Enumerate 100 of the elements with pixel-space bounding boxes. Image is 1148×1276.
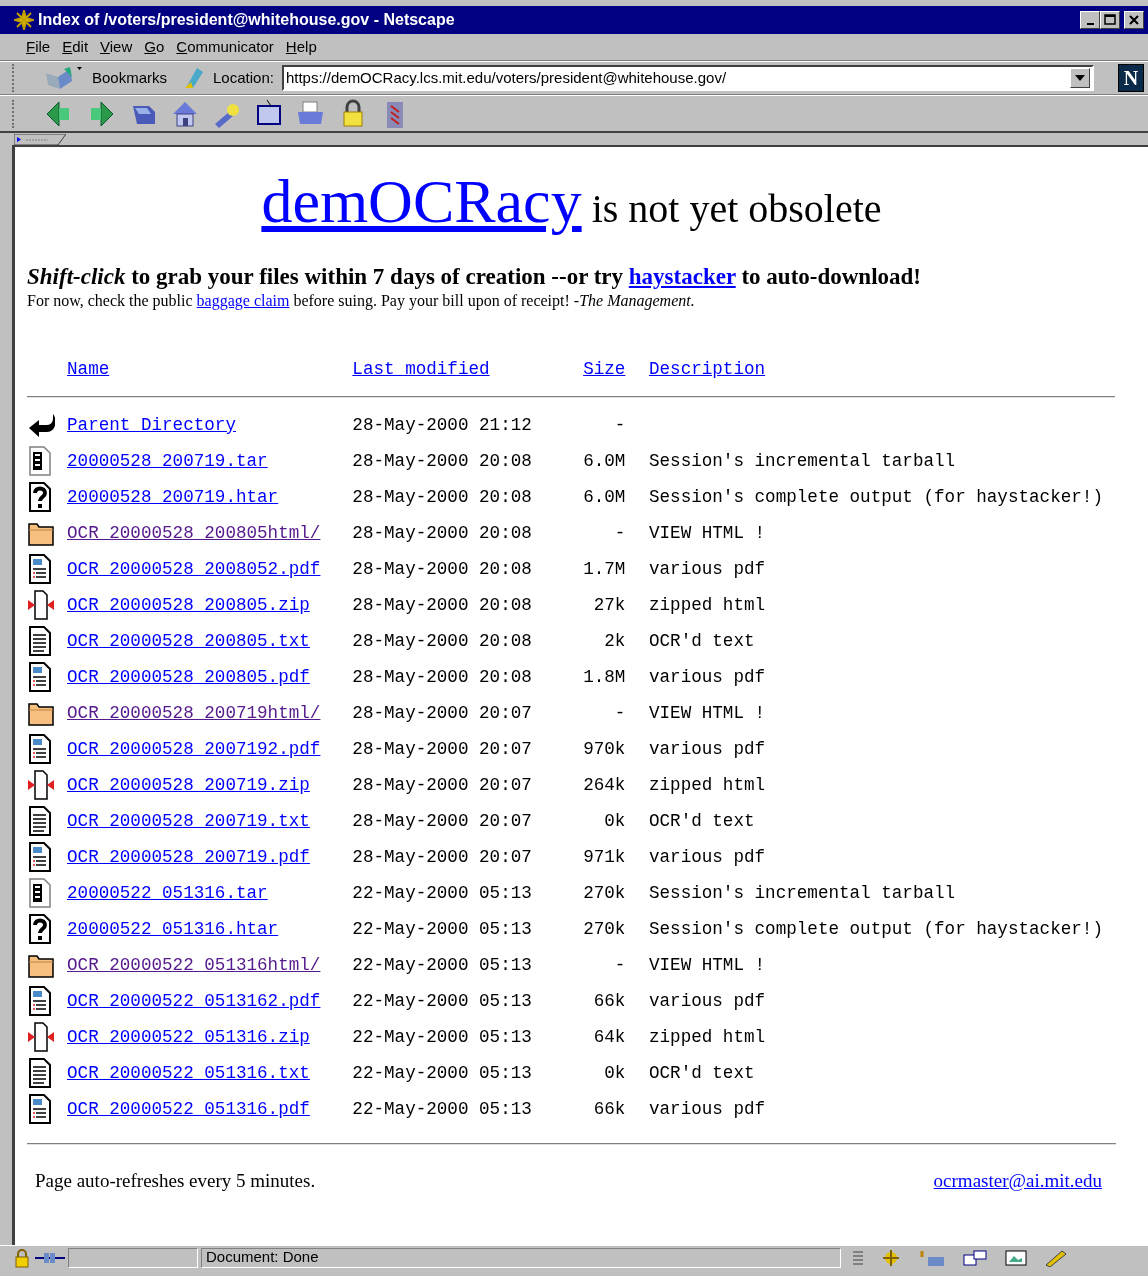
dropdown-button[interactable] (1070, 68, 1090, 88)
minimize-icon (1086, 23, 1094, 25)
modified-date: 22-May-2000 05:13 (352, 1026, 532, 1047)
browser-logo[interactable]: N (1118, 64, 1144, 92)
file-link[interactable]: OCR 20000522 051316.zip (67, 1026, 310, 1047)
menu-item[interactable]: Edit (56, 35, 95, 59)
maximize-icon (1104, 14, 1116, 26)
file-link[interactable]: OCR 20000522 051316html/ (67, 954, 321, 975)
file-link[interactable]: OCR 20000522 051316.txt (67, 1062, 310, 1083)
file-size: 970k (583, 738, 626, 759)
discussion-icon[interactable] (962, 1248, 988, 1267)
file-description: various pdf (648, 738, 766, 759)
modified-date: 28-May-2000 20:08 (352, 630, 532, 651)
location-label: Location: (213, 67, 274, 88)
file-size: 264k (583, 774, 626, 795)
file-link[interactable]: 20000528 200719.htar (67, 486, 279, 507)
list-icon[interactable] (852, 1249, 864, 1266)
notice-text: For now, check the public baggage claim before suing. Pay your bill upon of receipt! -The Management. (27, 291, 696, 311)
file-link[interactable]: OCR 20000528 200719.txt (67, 810, 310, 831)
window-title: Index of /voters/president@whitehouse.gov - Netscape (38, 10, 455, 30)
bookmarks-label[interactable]: Bookmarks (92, 66, 168, 90)
close-icon (1128, 14, 1140, 26)
file-description: Session's incremental tarball (648, 450, 956, 471)
column-header-link[interactable]: Last modified (352, 358, 490, 379)
column-header-link[interactable]: Size (583, 358, 626, 379)
modified-date: 22-May-2000 05:13 (352, 918, 532, 939)
file-size: - (614, 414, 626, 435)
file-description: VIEW HTML ! (648, 954, 766, 975)
modified-date: 28-May-2000 20:07 (352, 702, 532, 723)
modified-date: 28-May-2000 20:08 (352, 522, 532, 543)
close-button[interactable] (1124, 11, 1144, 29)
file-link[interactable]: OCR 20000522 051316.pdf (67, 1098, 310, 1119)
file-description: Session's incremental tarball (648, 882, 956, 903)
file-description: various pdf (648, 558, 766, 579)
file-description: Session's complete output (for haystacker!) (648, 486, 1103, 507)
modified-date: 28-May-2000 20:07 (352, 846, 532, 867)
file-link[interactable]: Parent Directory (67, 414, 236, 435)
email-link[interactable]: ocrmaster@ai.mit.edu (933, 1167, 1102, 1196)
file-size: 66k (593, 990, 626, 1011)
file-size: 2k (604, 630, 626, 651)
collapse-tab-icon[interactable] (14, 133, 66, 145)
file-size: 1.8M (583, 666, 626, 687)
modified-date: 28-May-2000 20:08 (352, 450, 532, 471)
file-link[interactable]: OCR 20000522 0513162.pdf (67, 990, 321, 1011)
file-link[interactable]: 20000528 200719.tar (67, 450, 268, 471)
column-header-link[interactable]: Description (648, 358, 766, 379)
file-link[interactable]: 20000522 051316.tar (67, 882, 268, 903)
menu-item[interactable]: Go (138, 35, 171, 59)
file-link[interactable]: OCR 20000528 200805.pdf (67, 666, 310, 687)
menu-item[interactable]: View (94, 35, 139, 59)
file-link[interactable]: OCR 20000528 200719.zip (67, 774, 310, 795)
file-link[interactable]: OCR 20000528 200719.pdf (67, 846, 310, 867)
file-description: Session's complete output (for haystacker!) (648, 918, 1103, 939)
file-link[interactable]: OCR 20000528 2008052.pdf (67, 558, 321, 579)
modified-date: 28-May-2000 20:07 (352, 774, 532, 795)
column-header-link[interactable]: Name (67, 358, 110, 379)
haystacker-link[interactable]: haystacker (628, 264, 736, 289)
file-link[interactable]: OCR 20000528 200719html/ (67, 702, 321, 723)
instruction-text: Shift-click to grab your files within 7 days of creation --or try haystacker to auto-download! (27, 263, 922, 291)
modified-date: 28-May-2000 20:07 (352, 810, 532, 831)
menu-item[interactable]: Help (279, 35, 323, 59)
file-link[interactable]: OCR 20000528 2007192.pdf (67, 738, 321, 759)
file-link[interactable]: 20000522 051316.htar (67, 918, 279, 939)
file-description: OCR'd text (648, 630, 755, 651)
modified-date: 28-May-2000 20:08 (352, 558, 532, 579)
modified-date: 22-May-2000 05:13 (352, 1098, 532, 1119)
file-link[interactable]: OCR 20000528 200805html/ (67, 522, 321, 543)
file-size: 27k (593, 594, 626, 615)
menu-item[interactable]: File (20, 35, 57, 59)
baggage-claim-link[interactable]: baggage claim (196, 292, 290, 309)
file-description: zipped html (648, 774, 766, 795)
menu-item[interactable]: Communicator (170, 35, 280, 59)
lock-icon[interactable] (12, 1247, 32, 1268)
file-description: VIEW HTML ! (648, 702, 766, 723)
modified-date: 28-May-2000 21:12 (352, 414, 532, 435)
site-title-link[interactable]: demOCRacy (261, 167, 582, 235)
file-size: 66k (593, 1098, 626, 1119)
file-size: 6.0M (583, 450, 626, 471)
file-size: 971k (583, 846, 626, 867)
file-link[interactable]: OCR 20000528 200805.txt (67, 630, 310, 651)
file-size: 64k (593, 1026, 626, 1047)
status-text: Document: Done (206, 1247, 319, 1268)
modified-date: 28-May-2000 20:08 (352, 486, 532, 507)
modified-date: 28-May-2000 20:08 (352, 594, 532, 615)
file-size: - (614, 954, 626, 975)
modified-date: 22-May-2000 05:13 (352, 1062, 532, 1083)
file-link[interactable]: OCR 20000528 200805.zip (67, 594, 310, 615)
maximize-button[interactable] (1100, 11, 1120, 29)
compressed-file-icon (27, 1022, 55, 1052)
modified-date: 22-May-2000 05:13 (352, 954, 532, 975)
refresh-note: Page auto-refreshes every 5 minutes. (35, 1169, 316, 1193)
file-size: 0k (604, 810, 626, 831)
minimize-button[interactable] (1080, 11, 1100, 29)
file-description: various pdf (648, 990, 766, 1011)
file-size: 270k (583, 918, 626, 939)
file-description: various pdf (648, 1098, 766, 1119)
composer-icon[interactable] (1004, 1248, 1028, 1267)
file-size: - (614, 522, 626, 543)
file-description: various pdf (648, 666, 766, 687)
compressed-file-icon (27, 770, 55, 800)
